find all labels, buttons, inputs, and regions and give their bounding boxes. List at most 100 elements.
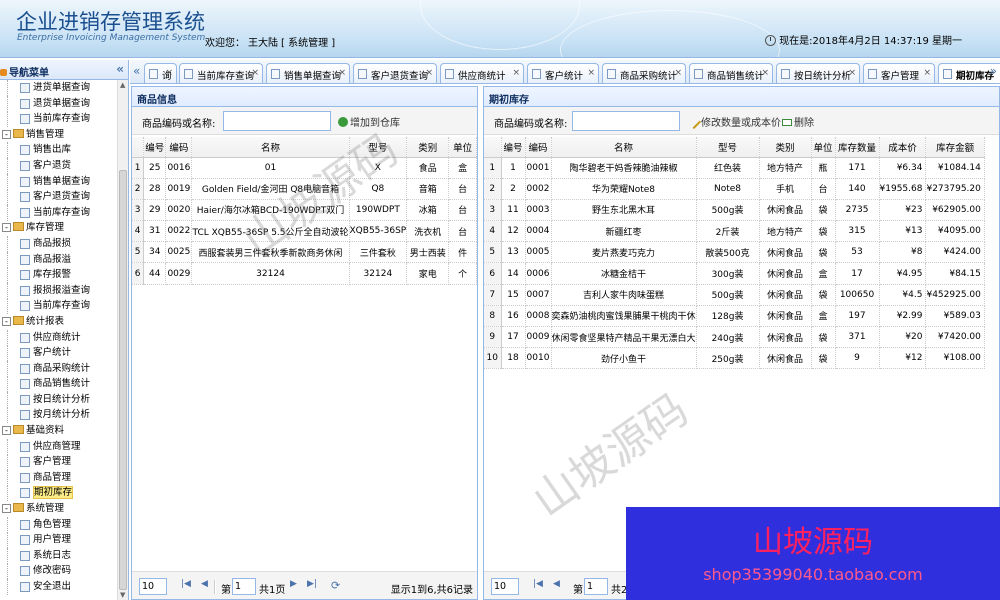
tab[interactable]: 当前库存查询 × — [179, 63, 263, 83]
close-icon[interactable]: × — [425, 68, 433, 78]
sidebar-item[interactable]: 报损报溢查询 — [0, 282, 118, 299]
tab[interactable]: 客户退货查询 × — [353, 63, 437, 83]
tab[interactable]: 商品采购统计 × — [602, 63, 686, 83]
tab[interactable]: 询 × — [144, 63, 177, 83]
first-page-icon[interactable]: |◀ — [181, 579, 191, 589]
table-row[interactable]: 6 44 0029 32124 32124 家电个 — [132, 262, 477, 285]
sidebar-item[interactable]: 修改密码 — [0, 563, 118, 580]
table-row[interactable]: 8 16 0008 奕森奶油桃肉蜜饯果脯果干桃肉干休 128g装 休闲食品盒 197 ¥2.9… — [484, 305, 985, 328]
close-icon[interactable]: × — [923, 68, 931, 78]
first-page-icon[interactable]: |◀ — [533, 579, 543, 589]
nav-group[interactable]: - 系统管理 — [0, 501, 118, 517]
close-icon[interactable]: × — [761, 68, 769, 78]
table-row[interactable]: 9 17 0009 休闲零食坚果特产精品干果无漂白大 240g装 休闲食品袋 371 ¥20 ¥… — [484, 326, 985, 349]
tab[interactable]: 客户统计 × — [527, 63, 599, 83]
close-icon[interactable]: × — [165, 68, 173, 78]
close-icon[interactable]: × — [848, 68, 856, 78]
collapse-toggle-icon[interactable]: - — [2, 129, 11, 139]
tab[interactable]: 按日统计分析 × — [776, 63, 860, 83]
add-to-warehouse-button[interactable]: 增加到仓库 — [338, 114, 400, 129]
table-row[interactable]: 6 14 0006 冰糖金桔干 300g装 休闲食品盒 17 ¥4.95 ¥84.15 — [484, 262, 985, 285]
nav-group[interactable]: - 销售管理 — [0, 127, 118, 143]
sidebar-item[interactable]: 商品管理 — [0, 469, 118, 486]
edit-quantity-cost-button[interactable]: 修改数量或成本价 — [686, 114, 781, 130]
table-row[interactable]: 3 11 0003 野生东北黑木耳 500g装 休闲食品袋 2735 ¥23 ¥62905.00 — [484, 199, 985, 222]
column-header[interactable]: 编码 — [165, 137, 193, 158]
collapse-toggle-icon[interactable]: - — [2, 316, 11, 326]
close-icon[interactable]: × — [251, 68, 259, 78]
sidebar-item[interactable]: 当前库存查询 — [0, 298, 118, 315]
column-header[interactable]: 名称 — [191, 137, 350, 158]
sidebar-item[interactable]: 供应商统计 — [0, 329, 118, 346]
sidebar-item[interactable]: 按日统计分析 — [0, 391, 118, 408]
sidebar-item[interactable]: 销售单据查询 — [0, 173, 118, 190]
tab[interactable]: 商品销售统计 × — [689, 63, 773, 83]
sidebar-item[interactable]: 商品销售统计 — [0, 376, 118, 393]
close-icon[interactable]: × — [674, 68, 682, 78]
table-row[interactable]: 10 18 0010 劲仔小鱼干 250g装 休闲食品袋 9 ¥12 ¥108.00 — [484, 347, 985, 370]
tab-scroll-right-icon[interactable]: » — [990, 64, 997, 78]
tab[interactable]: 供应商统计 × — [440, 63, 524, 83]
prev-page-icon[interactable]: ◀ — [201, 579, 208, 589]
sidebar-item[interactable]: 商品报损 — [0, 235, 118, 252]
table-row[interactable]: 2 2 0002 华为荣耀Note8 Note8 手机台 140 ¥1955.68 ¥27379… — [484, 178, 985, 200]
sidebar-item[interactable]: 客户退货查询 — [0, 189, 118, 206]
sidebar-item[interactable]: 商品报溢 — [0, 251, 118, 268]
page-size-select[interactable]: 10 — [491, 578, 519, 595]
sidebar-item[interactable]: 销售出库 — [0, 142, 118, 159]
table-row[interactable]: 2 28 0019 Golden Field/金河田 Q8电脑音箱 Q8 音箱台 — [132, 178, 477, 200]
sidebar-item[interactable]: 当前库存查询 — [0, 111, 118, 128]
table-row[interactable]: 3 29 0020 Haier/海尔冰箱BCD-190WDPT双门 190WDPT 冰箱台 — [132, 199, 477, 222]
table-row[interactable]: 5 13 0005 麦片燕麦巧克力 散装500克 休闲食品袋 53 ¥8 ¥424.00 — [484, 241, 985, 264]
column-header[interactable]: 单位 — [811, 137, 836, 158]
sidebar-scrollbar[interactable]: ▲ ▼ — [117, 80, 128, 600]
refresh-icon[interactable]: ⟳ — [331, 579, 340, 592]
prev-page-icon[interactable]: ◀ — [553, 579, 560, 589]
sidebar-item[interactable]: 用户管理 — [0, 532, 118, 549]
nav-group[interactable]: - 库存管理 — [0, 220, 118, 236]
sidebar-item[interactable]: 进货单据查询 — [0, 80, 118, 96]
collapse-toggle-icon[interactable]: - — [2, 504, 11, 514]
column-header[interactable]: 编码 — [525, 137, 552, 158]
column-header[interactable]: 型号 — [349, 137, 408, 158]
nav-group[interactable]: - 基础资料 — [0, 423, 118, 439]
nav-group[interactable]: - 统计报表 — [0, 314, 118, 330]
sidebar-item[interactable]: 按月统计分析 — [0, 407, 118, 424]
column-header[interactable]: 库存数量 — [835, 137, 880, 158]
column-header[interactable]: 库存金额 — [925, 137, 985, 158]
table-row[interactable]: 1 25 0016 01 X 食品盒 — [132, 157, 477, 179]
sidebar-item[interactable]: 客户退货 — [0, 157, 118, 174]
column-header[interactable]: 名称 — [551, 137, 697, 158]
next-page-icon[interactable]: ▶ — [290, 579, 297, 589]
page-number-input[interactable]: 1 — [232, 578, 256, 595]
page-size-select[interactable]: 10 — [139, 578, 167, 595]
sidebar-item[interactable]: 供应商管理 — [0, 438, 118, 455]
tab[interactable]: 客户管理 × — [863, 63, 935, 83]
close-icon[interactable]: × — [587, 68, 595, 78]
column-header[interactable]: 编号 — [501, 137, 526, 158]
table-row[interactable]: 4 31 0022 TCL XQB55-36SP 5.5公斤全自动波轮 XQB55-36… — [132, 220, 477, 243]
column-header[interactable]: 类别 — [759, 137, 812, 158]
sidebar-item[interactable]: 当前库存查询 — [0, 204, 118, 221]
close-icon[interactable]: × — [338, 68, 346, 78]
sidebar-item[interactable]: 商品采购统计 — [0, 360, 118, 377]
sidebar-item[interactable]: 库存报警 — [0, 267, 118, 284]
tab-scroll-left-icon[interactable]: « — [133, 64, 140, 78]
collapse-toggle-icon[interactable]: - — [2, 223, 11, 233]
column-header[interactable]: 成本价 — [879, 137, 927, 158]
last-page-icon[interactable]: ▶| — [307, 579, 317, 589]
table-row[interactable]: 7 15 0007 吉利人家牛肉味蛋糕 500g装 休闲食品袋 100650 ¥4.5 ¥452… — [484, 284, 985, 306]
product-search-input[interactable] — [223, 111, 331, 131]
scroll-down-icon[interactable]: ▼ — [120, 591, 125, 599]
column-header[interactable]: 型号 — [696, 137, 760, 158]
scrollbar-thumb[interactable] — [119, 170, 127, 590]
double-chevron-left-icon[interactable]: « — [116, 62, 124, 76]
delete-button[interactable]: 删除 — [782, 114, 814, 129]
scroll-up-icon[interactable]: ▲ — [120, 81, 125, 89]
sidebar-item[interactable]: 安全退出 — [0, 579, 118, 595]
sidebar-item[interactable]: 系统日志 — [0, 547, 118, 564]
table-row[interactable]: 5 34 0025 西服套装男三件套秋季新款商务休闲 三件套秋 男士西装件 — [132, 241, 477, 264]
sidebar-item[interactable]: 角色管理 — [0, 516, 118, 533]
sidebar-item[interactable]: 客户统计 — [0, 345, 118, 362]
stock-search-input[interactable] — [572, 111, 680, 131]
